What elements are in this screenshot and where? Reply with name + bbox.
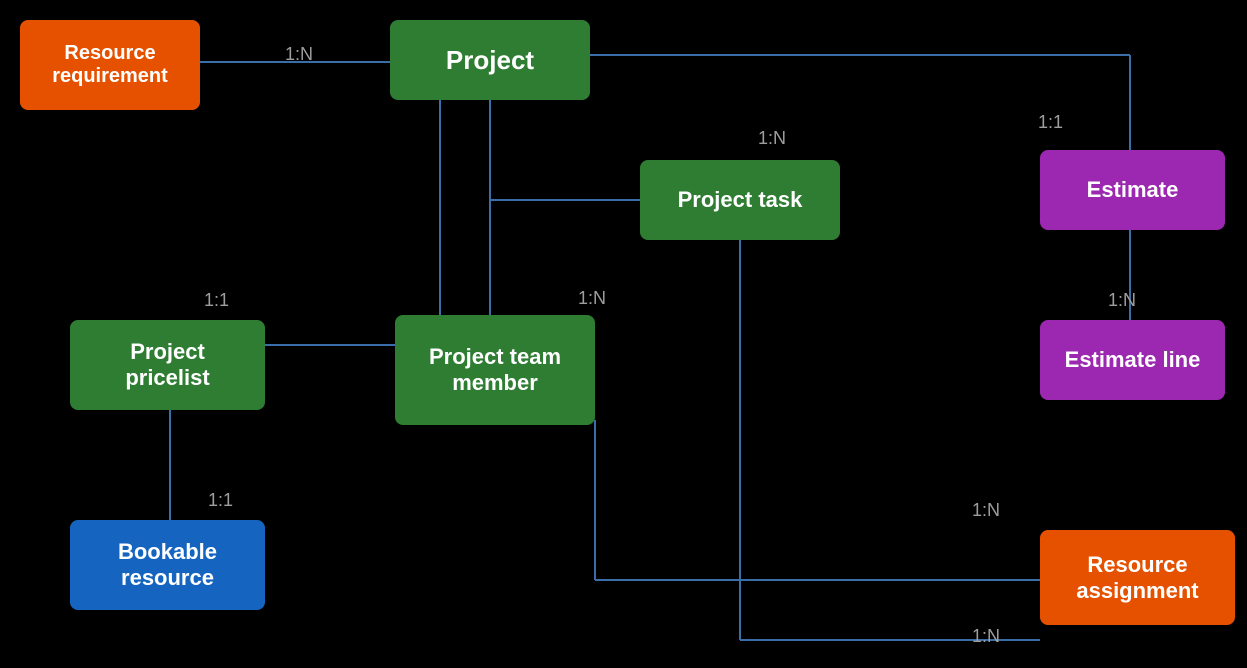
estimate-node: Estimate bbox=[1040, 150, 1225, 230]
project-team-member-node: Project team member bbox=[395, 315, 595, 425]
project-team-member-label: Project team member bbox=[429, 344, 561, 396]
project-task-node: Project task bbox=[640, 160, 840, 240]
resource-assignment-label: Resource assignment bbox=[1076, 552, 1198, 604]
project-pricelist-node: Project pricelist bbox=[70, 320, 265, 410]
bookable-resource-label: Bookable resource bbox=[118, 539, 217, 591]
project-task-label: Project task bbox=[678, 187, 803, 213]
rel-project-to-estimate: 1:1 bbox=[1038, 112, 1063, 133]
rel-project-to-task: 1:N bbox=[758, 128, 786, 149]
estimate-line-label: Estimate line bbox=[1065, 347, 1201, 373]
resource-assignment-node: Resource assignment bbox=[1040, 530, 1235, 625]
project-pricelist-label: Project pricelist bbox=[125, 339, 209, 391]
project-node: Project bbox=[390, 20, 590, 100]
rel-project-to-pricelist: 1:1 bbox=[204, 290, 229, 311]
bookable-resource-node: Bookable resource bbox=[70, 520, 265, 610]
estimate-label: Estimate bbox=[1087, 177, 1179, 203]
resource-requirement-label: Resource requirement bbox=[52, 42, 168, 88]
rel-team-to-assignment: 1:N bbox=[972, 500, 1000, 521]
rel-rr-to-project: 1:N bbox=[285, 44, 313, 65]
rel-task-to-assignment: 1:N bbox=[972, 626, 1000, 647]
rel-estimate-to-line: 1:N bbox=[1108, 290, 1136, 311]
estimate-line-node: Estimate line bbox=[1040, 320, 1225, 400]
rel-project-to-team: 1:N bbox=[578, 288, 606, 309]
project-label: Project bbox=[446, 45, 534, 76]
resource-requirement-node: Resource requirement bbox=[20, 20, 200, 110]
rel-pricelist-to-bookable: 1:1 bbox=[208, 490, 233, 511]
